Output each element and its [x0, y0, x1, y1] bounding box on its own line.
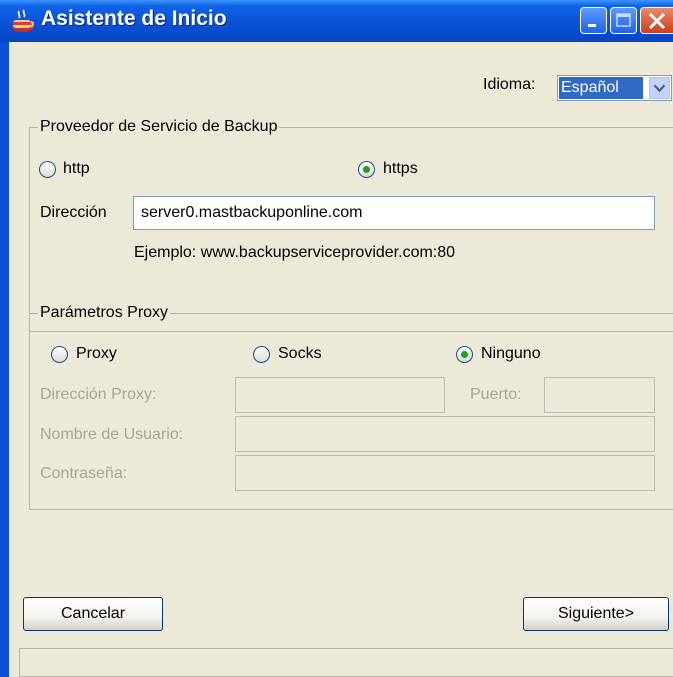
chevron-down-icon[interactable] [649, 77, 670, 99]
address-label: Dirección [40, 204, 107, 221]
cancel-button[interactable]: Cancelar [23, 597, 163, 631]
radio-selected-dot [363, 166, 370, 173]
http-label: http [63, 160, 90, 177]
backup-provider-legend: Proveedor de Servicio de Backup [40, 118, 278, 135]
status-bar [19, 648, 673, 677]
next-button[interactable]: Siguiente> [523, 597, 669, 631]
address-example-text: Ejemplo: www.backupserviceprovider.com:8… [134, 244, 456, 261]
https-label: https [383, 160, 418, 177]
password-label: Contraseña: [40, 465, 128, 482]
proxy-port-label: Puerto: [470, 386, 522, 403]
language-select[interactable]: Español [557, 75, 672, 101]
maximize-button[interactable] [610, 7, 637, 34]
close-button[interactable] [640, 7, 673, 34]
none-radio[interactable] [456, 346, 473, 363]
wizard-content: Idioma: Español Proveedor de Servicio de… [9, 42, 673, 677]
proxy-type-label: Proxy [76, 345, 117, 362]
proxy-port-input[interactable] [544, 377, 655, 413]
radio-selected-dot [461, 351, 468, 358]
proxy-settings-legend: Parámetros Proxy [40, 304, 169, 321]
maximize-icon [616, 13, 631, 27]
proxy-address-label: Dirección Proxy: [40, 386, 157, 403]
proxy-radio[interactable] [51, 346, 68, 363]
title-bar[interactable]: Asistente de Inicio [0, 0, 673, 42]
http-radio[interactable] [39, 161, 56, 178]
language-selected-value: Español [559, 77, 643, 99]
server-address-input[interactable]: server0.mastbackuponline.com [133, 196, 655, 230]
socks-label: Socks [278, 345, 322, 362]
proxy-address-input[interactable] [235, 377, 445, 413]
none-label: Ninguno [481, 345, 541, 362]
close-icon [648, 12, 666, 30]
language-label: Idioma: [483, 76, 536, 93]
https-radio[interactable] [358, 161, 375, 178]
socks-radio[interactable] [253, 346, 270, 363]
window-title: Asistente de Inicio [41, 7, 227, 30]
username-label: Nombre de Usuario: [40, 426, 184, 443]
minimize-button[interactable] [580, 7, 607, 34]
app-coffee-cup-icon [12, 9, 34, 32]
password-input[interactable] [235, 455, 655, 491]
setup-wizard-window: Asistente de Inicio Idioma: Español Prov… [0, 0, 673, 677]
minimize-icon [588, 24, 596, 27]
username-input[interactable] [235, 416, 655, 452]
